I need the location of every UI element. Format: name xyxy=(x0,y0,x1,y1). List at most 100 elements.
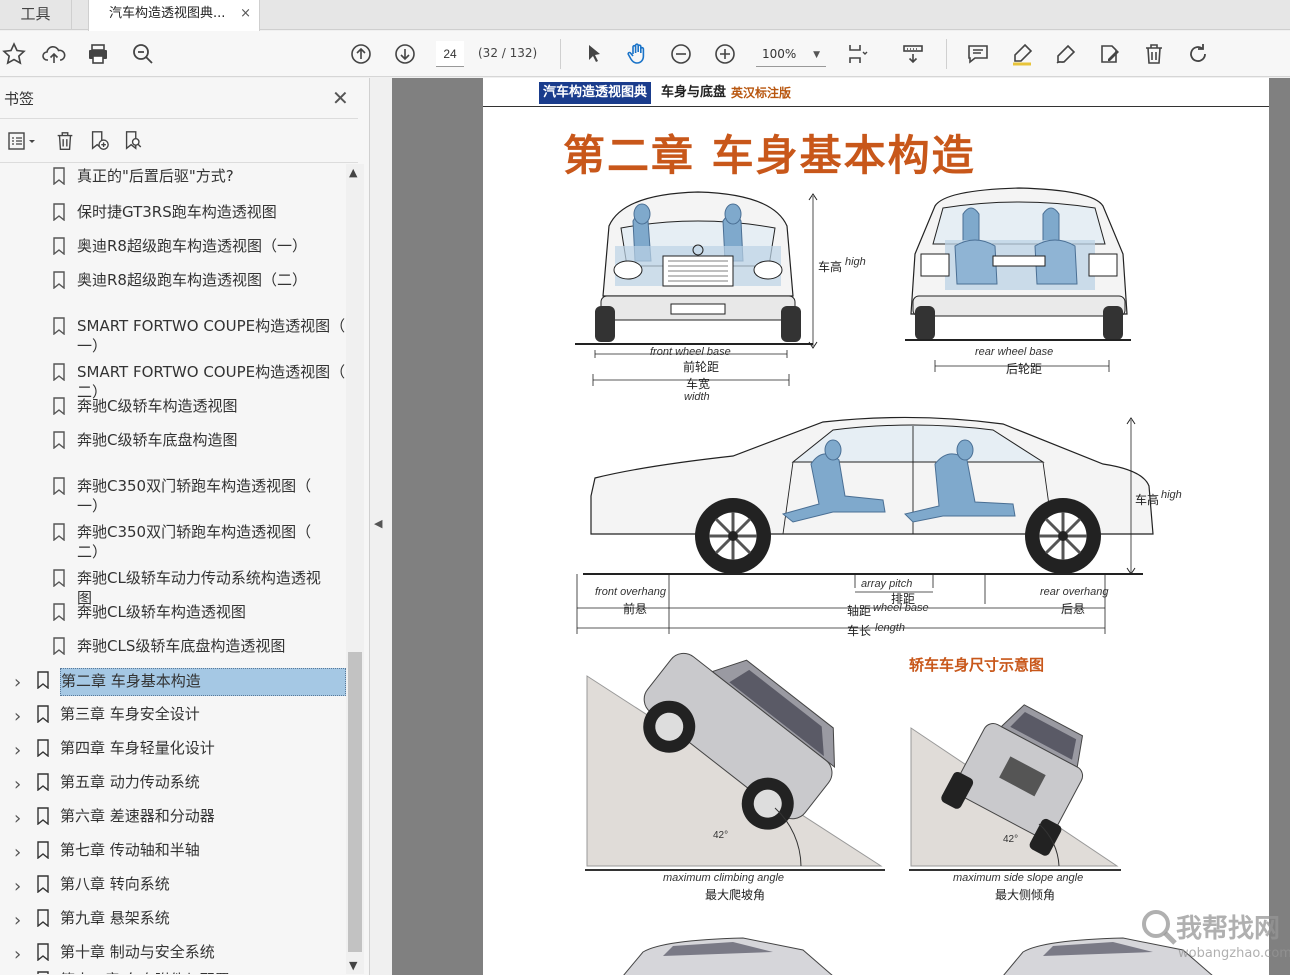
bookmark-item[interactable]: 真正的"后置后驱"方式? xyxy=(0,164,346,196)
page-fit-icon[interactable] xyxy=(843,40,871,68)
expand-chevron-icon[interactable]: › xyxy=(14,972,21,974)
bookmark-chapter[interactable]: › 第五章 动力传动系统 xyxy=(0,770,346,802)
zoom-level-select[interactable]: 100% ▼ xyxy=(756,41,826,67)
side-height-cn: 车高 xyxy=(1135,493,1160,507)
bookmark-chapter[interactable]: › 第八章 转向系统 xyxy=(0,872,346,904)
bookmark-chapter[interactable]: › 第三章 车身安全设计 xyxy=(0,702,346,734)
bookmark-icon xyxy=(52,431,66,450)
document-viewport[interactable]: 汽车构造透视图典 车身与底盘 英汉标注版 第二章 车身基本构造 车高 high … xyxy=(392,78,1290,975)
bookmark-item[interactable]: 保时捷GT3RS跑车构造透视图 xyxy=(0,200,346,232)
bookmark-label: 第六章 差速器和分动器 xyxy=(60,807,215,825)
find-bookmark-icon[interactable] xyxy=(118,126,148,156)
stamp-edit-icon[interactable] xyxy=(1096,40,1124,68)
tab-document[interactable]: 汽车构造透视图典... × xyxy=(88,0,260,31)
bookmark-label: 真正的"后置后驱"方式? xyxy=(77,167,234,185)
zoom-search-icon[interactable] xyxy=(129,40,157,68)
tab-tools[interactable]: 工具 xyxy=(0,0,72,30)
expand-chevron-icon[interactable]: › xyxy=(14,706,21,727)
close-icon[interactable]: ✕ xyxy=(332,86,349,110)
bookmark-chapter[interactable]: › 第四章 车身轻量化设计 xyxy=(0,736,346,768)
expand-chevron-icon[interactable]: › xyxy=(14,944,21,965)
bookmark-chapter[interactable]: › 第十一章 车身附件与配置 xyxy=(0,968,346,974)
bookmark-chapter[interactable]: › 第七章 传动轴和半轴 xyxy=(0,838,346,870)
expand-chevron-icon[interactable]: › xyxy=(14,740,21,761)
rotate-icon[interactable] xyxy=(1184,40,1212,68)
search-icon xyxy=(1142,910,1177,945)
figure-caption: 轿车车身尺寸示意图 xyxy=(909,656,1045,674)
cloud-upload-icon[interactable] xyxy=(40,40,68,68)
bookmark-icon xyxy=(36,671,50,690)
select-cursor-icon[interactable] xyxy=(580,40,608,68)
climbing-label-en: maximum climbing angle xyxy=(663,872,785,884)
bookmark-icon xyxy=(52,603,66,622)
header-tag: 英汉标注版 xyxy=(731,86,792,100)
bookmark-icon xyxy=(36,971,50,974)
collapse-panel-icon[interactable]: ◀ xyxy=(374,517,388,530)
bookmark-icon xyxy=(36,875,50,894)
bookmark-chapter[interactable]: › 第二章 车身基本构造 xyxy=(0,668,346,700)
bookmark-scrollbar[interactable]: ▲ ▼ xyxy=(346,164,364,974)
length-en: length xyxy=(875,622,905,634)
delete-icon[interactable] xyxy=(1140,40,1168,68)
rear-track-cn: 后轮距 xyxy=(1006,362,1043,376)
bookmark-item[interactable]: 奔驰C级轿车底盘构造图 xyxy=(0,428,346,460)
options-menu-icon[interactable] xyxy=(2,126,42,156)
bookmark-item[interactable]: 奔驰CL级轿车构造透视图 xyxy=(0,600,346,632)
bookmark-label: 奔驰CL级轿车构造透视图 xyxy=(77,603,246,621)
bookmark-item[interactable]: SMART FORTWO COUPE构造透视图（ 一） xyxy=(0,314,346,358)
bookmark-label: 第八章 转向系统 xyxy=(60,875,170,893)
comment-icon[interactable] xyxy=(964,40,992,68)
page-number-input[interactable] xyxy=(436,41,464,67)
bookmark-item[interactable]: 奔驰CLS级轿车底盘构造透视图 xyxy=(0,634,346,666)
front-track-en: front wheel base xyxy=(650,346,731,358)
bookmark-label: 奔驰CLS级轿车底盘构造透视图 xyxy=(77,637,286,655)
next-page-icon[interactable] xyxy=(391,40,419,68)
watermark-text: 我帮找网 xyxy=(1176,914,1281,944)
previous-page-icon[interactable] xyxy=(347,40,375,68)
new-bookmark-icon[interactable] xyxy=(84,126,114,156)
scroll-mode-icon[interactable] xyxy=(899,40,927,68)
bookmark-item[interactable]: 奔驰C级轿车构造透视图 xyxy=(0,394,346,426)
front-overhang-en: front overhang xyxy=(595,586,666,598)
bookmark-icon xyxy=(52,317,66,336)
bookmark-chapter[interactable]: › 第六章 差速器和分动器 xyxy=(0,804,346,836)
bookmark-label: SMART FORTWO COUPE构造透视图（ xyxy=(77,317,346,335)
print-icon[interactable] xyxy=(84,40,112,68)
scrollbar-thumb[interactable] xyxy=(348,652,362,952)
expand-chevron-icon[interactable]: › xyxy=(14,876,21,897)
side-slope-angle-value: 42° xyxy=(1003,834,1019,845)
bookmark-chapter[interactable]: › 第九章 悬架系统 xyxy=(0,906,346,938)
scroll-down-icon[interactable]: ▼ xyxy=(349,959,357,972)
expand-chevron-icon[interactable]: › xyxy=(14,672,21,693)
length-cn: 车长 xyxy=(847,624,872,638)
expand-chevron-icon[interactable]: › xyxy=(14,842,21,863)
watermark: 我帮找网 wobangzhao.com xyxy=(1138,904,1290,970)
climbing-label-cn: 最大爬坡角 xyxy=(705,888,766,902)
bookmark-item[interactable]: 奔驰C350双门轿跑车构造透视图（ 一） xyxy=(0,474,346,518)
bookmark-icon xyxy=(36,841,50,860)
scroll-up-icon[interactable]: ▲ xyxy=(349,166,357,179)
bookmark-label: 第二章 车身基本构造 xyxy=(60,668,346,696)
bookmark-star-icon[interactable] xyxy=(0,40,28,68)
bookmark-label: 奔驰C级轿车底盘构造图 xyxy=(77,431,238,449)
front-height-en: high xyxy=(845,256,866,268)
expand-chevron-icon[interactable]: › xyxy=(14,774,21,795)
highlight-pen-icon[interactable] xyxy=(1008,40,1036,68)
bookmark-icon xyxy=(52,271,66,290)
bookmark-item[interactable]: 奥迪R8超级跑车构造透视图（一） xyxy=(0,234,346,266)
bookmark-icon xyxy=(52,523,66,542)
expand-chevron-icon[interactable]: › xyxy=(14,910,21,931)
zoom-in-icon[interactable] xyxy=(711,40,739,68)
hand-tool-icon[interactable] xyxy=(623,40,651,68)
bookmark-item[interactable]: 奥迪R8超级跑车构造透视图（二） xyxy=(0,268,346,300)
tab-document-label: 汽车构造透视图典... xyxy=(109,6,226,21)
bookmark-icon xyxy=(52,569,66,588)
climbing-angle-value: 42° xyxy=(713,830,729,841)
zoom-out-icon[interactable] xyxy=(667,40,695,68)
delete-bookmark-icon[interactable] xyxy=(50,126,80,156)
tab-close-icon[interactable]: × xyxy=(240,0,251,28)
expand-chevron-icon[interactable]: › xyxy=(14,808,21,829)
draw-pencil-icon[interactable] xyxy=(1052,40,1080,68)
bookmark-item[interactable]: 奔驰C350双门轿跑车构造透视图（ 二） xyxy=(0,520,346,564)
bookmark-icon xyxy=(52,477,66,496)
